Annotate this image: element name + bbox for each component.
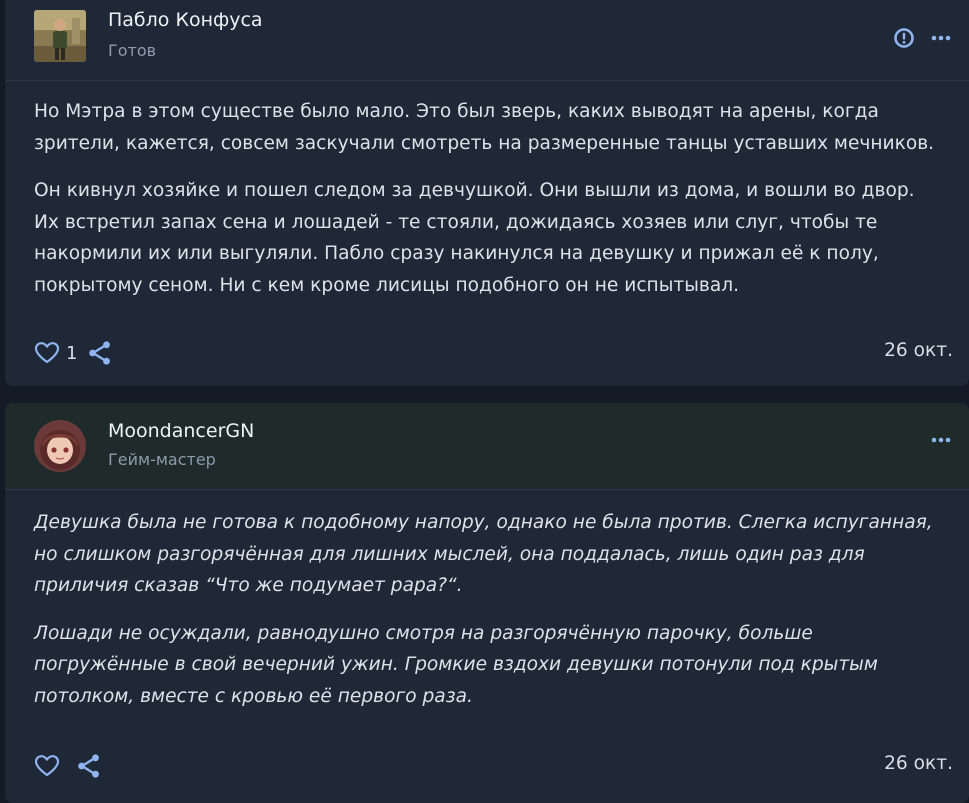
heart-icon[interactable] (34, 754, 60, 778)
post-card: MoondancerGN Гейм-мастер Девушка была не… (5, 403, 969, 803)
post-footer: 26 окт. (34, 751, 953, 781)
avatar[interactable] (34, 420, 86, 472)
more-icon[interactable] (931, 437, 951, 443)
avatar-image (34, 10, 86, 62)
post-paragraph: Он кивнул хозяйке и пошел следом за девч… (34, 180, 915, 296)
more-icon[interactable] (931, 35, 951, 41)
post-body: Но Мэтра в этом существе было мало. Это … (34, 96, 955, 318)
post-paragraph: Лошади не осуждали, равнодушно смотря на… (34, 622, 878, 707)
post-header: MoondancerGN Гейм-мастер (5, 403, 969, 490)
post-paragraph: Девушка была не готова к подобному напор… (34, 512, 933, 597)
post-header: Пабло Конфуса Готов (5, 0, 969, 81)
post-paragraph: Но Мэтра в этом существе было мало. Это … (34, 101, 935, 154)
avatar-image (34, 420, 86, 472)
post-card: Пабло Конфуса Готов Но Мэтра в этом суще… (5, 0, 969, 386)
author-name[interactable]: MoondancerGN (108, 420, 254, 442)
heart-icon[interactable] (34, 341, 60, 365)
post-date: 26 окт. (884, 340, 953, 361)
author-name[interactable]: Пабло Конфуса (108, 9, 263, 31)
post-date: 26 окт. (884, 753, 953, 774)
like-count: 1 (66, 342, 78, 364)
author-status: Гейм-мастер (108, 450, 216, 469)
share-icon[interactable] (87, 340, 113, 366)
post-body: Девушка была не готова к подобному напор… (34, 507, 955, 729)
author-status: Готов (108, 41, 157, 60)
share-icon[interactable] (76, 753, 102, 779)
post-footer: 1 26 окт. (34, 338, 953, 368)
header-actions (931, 437, 951, 443)
header-actions (893, 27, 951, 49)
report-icon[interactable] (893, 27, 915, 49)
avatar[interactable] (34, 10, 86, 62)
